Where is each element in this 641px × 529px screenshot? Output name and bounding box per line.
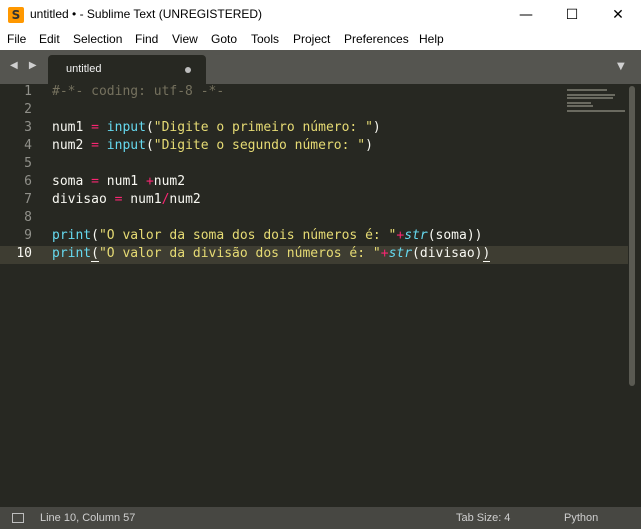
minimap-line: [567, 110, 625, 112]
line-number: 3: [24, 120, 32, 135]
code-token: num2: [169, 192, 201, 207]
vertical-scrollbar[interactable]: [629, 86, 635, 386]
menu-bar: File Edit Selection Find View Goto Tools…: [0, 30, 641, 50]
code-token: =: [91, 138, 99, 153]
code-token: (: [145, 138, 154, 153]
tab-label: untitled: [66, 63, 102, 75]
code-token: num1: [122, 192, 162, 207]
code-token: num2: [153, 174, 186, 189]
code-token: (: [145, 120, 154, 135]
line-number: 8: [24, 210, 32, 225]
line-number: 1: [24, 84, 32, 99]
menu-help[interactable]: Help: [419, 32, 444, 46]
code-token: "O valor da soma dos dois números é: ": [98, 228, 397, 243]
code-token: num1: [52, 120, 92, 135]
code-token: num1: [98, 174, 146, 189]
minimap[interactable]: [565, 88, 625, 112]
menu-find[interactable]: Find: [135, 32, 158, 46]
code-token: str: [404, 228, 428, 243]
minimap-line: [567, 94, 615, 96]
panel-toggle-icon[interactable]: [12, 513, 24, 523]
close-button[interactable]: ✕: [595, 0, 641, 30]
minimize-button[interactable]: —: [503, 0, 549, 30]
minimap-line: [567, 102, 591, 104]
line-number: 4: [24, 138, 32, 153]
syntax-selector[interactable]: Python: [564, 512, 598, 524]
tab-dropdown-icon[interactable]: ▼: [617, 61, 625, 72]
line-number: 5: [24, 156, 32, 171]
code-token: input: [106, 138, 146, 153]
line-number: 9: [24, 228, 32, 243]
code-line[interactable]: num1 = input("Digite o primeiro número: …: [52, 120, 381, 138]
code-token: print: [52, 228, 92, 243]
tab-untitled[interactable]: untitled: [48, 55, 206, 84]
code-line[interactable]: print("O valor da soma dos dois números …: [52, 228, 483, 246]
code-token: =: [91, 174, 99, 189]
status-bar: Line 10, Column 57 Tab Size: 4 Python: [0, 507, 641, 529]
menu-goto[interactable]: Goto: [211, 32, 237, 46]
minimap-line: [567, 105, 593, 107]
code-editor[interactable]: 1 2 3 4 5 6 7 8 9 10 #-*- coding: utf-8 -*- num1 =…: [0, 84, 641, 507]
title-bar: S untitled • - Sublime Text (UNREGISTERE…: [0, 0, 641, 30]
code-token: input: [106, 120, 146, 135]
code-token: print: [52, 246, 92, 261]
line-number: 2: [24, 102, 32, 117]
code-token: "Digite o primeiro número: ": [153, 120, 373, 135]
code-token: (soma)): [427, 228, 483, 243]
menu-preferences[interactable]: Preferences: [344, 32, 409, 46]
code-token: "O valor da divisão dos números é: ": [98, 246, 381, 261]
menu-edit[interactable]: Edit: [39, 32, 60, 46]
code-token: ): [482, 246, 491, 262]
line-number-gutter: 1 2 3 4 5 6 7 8 9 10: [0, 84, 44, 507]
code-token: (: [91, 228, 99, 243]
code-token: (: [91, 246, 99, 262]
minimap-line: [567, 97, 613, 99]
code-line[interactable]: num2 = input("Digite o segundo número: "…: [52, 138, 373, 156]
tab-bar: ◀ ▶ untitled ▼: [0, 50, 641, 84]
maximize-button[interactable]: ☐: [549, 0, 595, 30]
code-token: str: [388, 246, 413, 261]
menu-selection[interactable]: Selection: [73, 32, 122, 46]
code-token: #-*- coding: utf-8 -*-: [52, 84, 225, 99]
tab-nav-arrows-icon[interactable]: ◀ ▶: [10, 60, 41, 71]
cursor-position: Line 10, Column 57: [40, 512, 136, 524]
code-line[interactable]: divisao = num1/num2: [52, 192, 201, 210]
code-line[interactable]: #-*- coding: utf-8 -*-: [52, 84, 224, 102]
sublime-app-icon: S: [8, 7, 24, 23]
code-token: soma: [52, 174, 92, 189]
code-token: "Digite o segundo número: ": [153, 138, 366, 153]
tab-size-selector[interactable]: Tab Size: 4: [456, 512, 510, 524]
menu-project[interactable]: Project: [293, 32, 330, 46]
minimap-line: [567, 89, 607, 91]
code-token: ): [372, 120, 381, 135]
code-token: +: [380, 246, 389, 261]
code-line[interactable]: soma = num1 +num2: [52, 174, 185, 192]
menu-view[interactable]: View: [172, 32, 198, 46]
window-title: untitled • - Sublime Text (UNREGISTERED): [30, 7, 263, 21]
code-line[interactable]: print("O valor da divisão dos números é:…: [52, 246, 491, 264]
line-number: 6: [24, 174, 32, 189]
code-token: (divisao): [412, 246, 483, 261]
code-token: num2: [52, 138, 92, 153]
unsaved-dot-icon[interactable]: [185, 67, 191, 73]
code-token: ): [365, 138, 373, 153]
line-number: 10: [16, 246, 32, 261]
line-number: 7: [24, 192, 32, 207]
code-token: divisao: [52, 192, 115, 207]
menu-file[interactable]: File: [7, 32, 26, 46]
menu-tools[interactable]: Tools: [251, 32, 279, 46]
code-token: =: [91, 120, 99, 135]
code-token: +: [145, 174, 154, 189]
